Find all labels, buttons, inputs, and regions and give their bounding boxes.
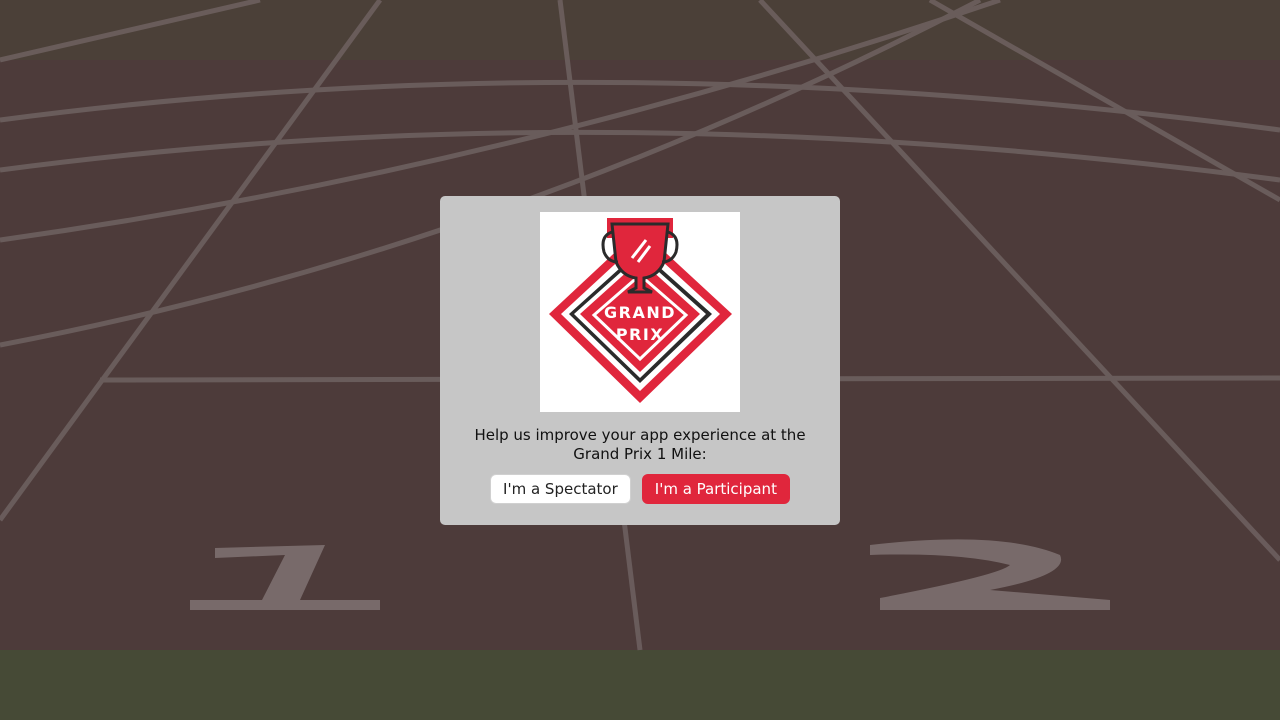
spectator-button[interactable]: I'm a Spectator	[490, 474, 631, 504]
grand-prix-trophy-logo-icon: GRAND PRIX	[549, 218, 732, 403]
dialog-prompt: Help us improve your app experience at t…	[474, 426, 806, 463]
logo-text-line2: PRIX	[616, 325, 664, 344]
role-buttons: I'm a Spectator I'm a Participant	[440, 474, 840, 504]
logo-text-line1: GRAND	[604, 303, 676, 322]
participant-button[interactable]: I'm a Participant	[641, 474, 790, 504]
role-selection-dialog: GRAND PRIX Help us improve your app expe…	[440, 196, 840, 525]
logo-container: GRAND PRIX	[540, 212, 740, 412]
